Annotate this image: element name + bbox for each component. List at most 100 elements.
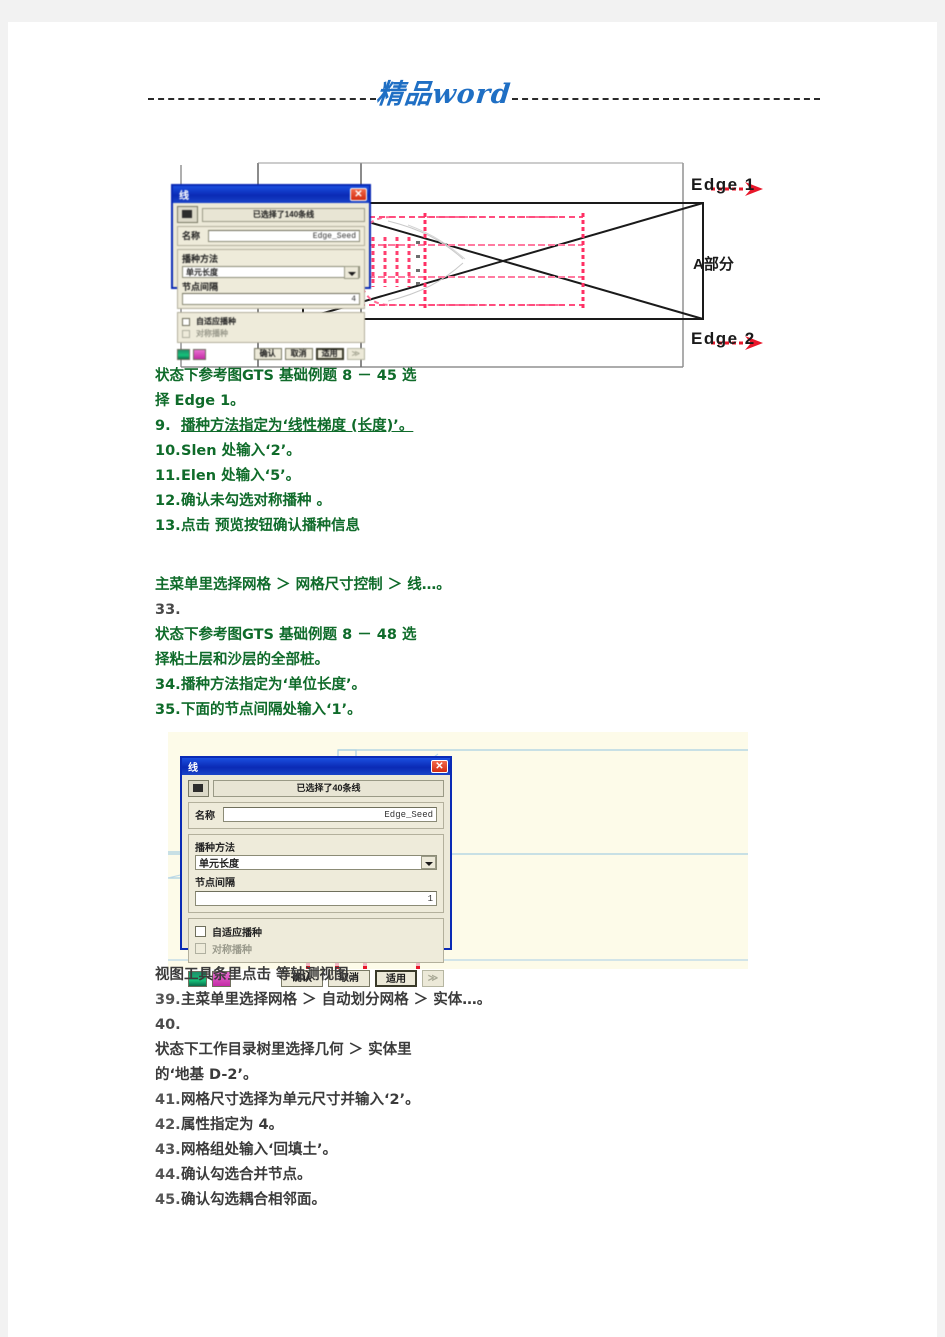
- dialog-method-group: 播种方法 单元长度 节点间隔 1: [188, 834, 444, 913]
- header-watermark: 精品word: [374, 79, 513, 110]
- dialog-method-value: 单元长度: [199, 859, 239, 870]
- tb1-item-11-text: Elen 处输入‘5’。: [181, 468, 301, 484]
- tb3-item-43-text: 网格组处输入‘回填土’。: [181, 1142, 338, 1158]
- tb3-item-40b: 的‘地基 D-2’。: [155, 1063, 855, 1088]
- tb3-item-44-number: 44.: [155, 1167, 181, 1183]
- dialog-line-seed[interactable]: 线 ✕ 已选择了40条线 名称 Edge_Seed 播种方法 单元长度 节点间隔…: [180, 756, 452, 987]
- tb3-item-42: 42.属性指定为 4。: [155, 1113, 855, 1138]
- tb3-item-42-number: 42.: [155, 1117, 181, 1133]
- tb1-item-12: 12.确认未勾选对称播种 。: [155, 489, 855, 514]
- document-page: 精品word Edge 1 Edge 2 A部分 线 ✕ 已选择了140条线 名…: [8, 22, 937, 1337]
- pick-selection-icon[interactable]: [177, 206, 198, 223]
- tb2-item-34-number: 34.: [155, 677, 181, 693]
- dialog-seed-options-group: 自适应播种 对称播种: [188, 918, 444, 963]
- text-block-2: 主菜单里选择网格 ＞ 网格尺寸控制 ＞ 线…。 33. 状态下参考图GTS 基础…: [155, 573, 855, 723]
- tb1-item-10-number: 10.: [155, 443, 181, 459]
- tb3-item-39-text: 主菜单里选择网格 ＞ 自动划分网格 ＞ 实体…。: [181, 992, 492, 1008]
- tb3-item-39: 39.主菜单里选择网格 ＞ 自动划分网格 ＞ 实体…。: [155, 988, 855, 1013]
- close-icon[interactable]: ✕: [350, 188, 367, 201]
- dialog-small-auto-seed-checkbox[interactable]: [182, 317, 190, 326]
- tb2-item-34-text: 播种方法指定为‘单位长度’。: [181, 677, 367, 693]
- dialog-small-name-label: 名称: [182, 231, 201, 241]
- dialog-sym-seed-label: 对称播种: [212, 945, 252, 956]
- chevron-down-icon[interactable]: [421, 856, 436, 869]
- tb2-line-3: 择粘土层和沙层的全部桩。: [155, 652, 329, 668]
- dialog-small-sym-seed-checkbox: [182, 329, 190, 338]
- tb2-item-34: 34.播种方法指定为‘单位长度’。: [155, 673, 855, 698]
- tb3-item-41-number: 41.: [155, 1092, 181, 1108]
- tb1-item-10: 10.Slen 处输入‘2’。: [155, 439, 855, 464]
- dialog-sym-seed-checkbox: [195, 943, 206, 954]
- dialog-small-ok-button[interactable]: 确认: [253, 348, 282, 360]
- tb1-item-13-text: 点击 预览按钮确认播种信息: [181, 518, 361, 534]
- dialog-small-titlebar[interactable]: 线 ✕: [173, 186, 369, 203]
- text-block-1: 状态下参考图GTS 基础例题 8 － 45 选 择 Edge 1。 9. 播种方法…: [155, 364, 855, 539]
- header-dash-left: [148, 98, 376, 100]
- tb1-item-10-text: Slen 处输入‘2’。: [181, 443, 301, 459]
- dialog-small-name-input[interactable]: Edge_Seed: [208, 229, 360, 242]
- eraser-icon[interactable]: [193, 348, 206, 360]
- dialog-auto-seed-checkbox[interactable]: [195, 926, 206, 937]
- dialog-name-group: 名称 Edge_Seed: [188, 802, 444, 829]
- tb2-item-35: 35.下面的节点间隔处输入‘1’。: [155, 698, 855, 723]
- tb3-item-45-text: 确认勾选耦合相邻面。: [181, 1192, 326, 1208]
- document-header: 精品word: [8, 70, 937, 126]
- dialog-small-selection-status: 已选择了140条线: [202, 207, 365, 222]
- dialog-titlebar[interactable]: 线 ✕: [182, 758, 450, 775]
- tb1-line-2: 择 Edge 1。: [155, 393, 245, 409]
- dialog-line-seed-small[interactable]: 线 ✕ 已选择了140条线 名称 Edge_Seed 播种方法 单元长度 节点间…: [171, 184, 371, 360]
- dialog-small-method-label: 播种方法: [182, 254, 219, 264]
- dialog-small-interval-label: 节点间隔: [182, 282, 219, 292]
- tb1-line-1: 状态下参考图GTS 基础例题 8 － 45 选: [155, 368, 417, 384]
- label-edge-1: Edge 1: [691, 175, 756, 194]
- dialog-title: 线: [188, 763, 198, 774]
- tb3-item-40a: 状态下工作目录树里选择几何 ＞ 实体里: [155, 1038, 855, 1063]
- dialog-small-auto-seed-label: 自适应播种: [196, 317, 236, 326]
- tb3-item-40a-text: 状态下工作目录树里选择几何 ＞ 实体里: [155, 1042, 412, 1058]
- dialog-method-select[interactable]: 单元长度: [195, 855, 437, 870]
- label-part-a: A部分: [693, 256, 734, 273]
- tb1-item-9-number: 9.: [155, 418, 171, 434]
- tb3-item-45-number: 45.: [155, 1192, 181, 1208]
- tb1-item-9: 9. 播种方法指定为‘线性梯度 (长度)’。: [155, 414, 855, 439]
- dialog-auto-seed-label: 自适应播种: [212, 928, 262, 939]
- tb3-line-1-text: 视图工具条里点击 等轴测视图。: [155, 967, 364, 983]
- tb3-item-40-number: 40.: [155, 1017, 181, 1033]
- tb3-item-43-number: 43.: [155, 1142, 181, 1158]
- dialog-small-method-value: 单元长度: [186, 267, 218, 277]
- dialog-name-label: 名称: [195, 811, 215, 822]
- tb1-item-9-text: 播种方法指定为‘线性梯度 (长度)’。: [181, 418, 414, 434]
- dialog-small-title: 线: [179, 191, 189, 202]
- tb3-item-41-text: 网格尺寸选择为单元尺寸并输入‘2’。: [181, 1092, 420, 1108]
- dialog-interval-label: 节点间隔: [195, 878, 235, 889]
- tb3-item-44-text: 确认勾选合并节点。: [181, 1167, 312, 1183]
- tb2-line-2: 状态下参考图GTS 基础例题 8 － 48 选: [155, 627, 417, 643]
- dialog-interval-input[interactable]: 1: [195, 891, 437, 906]
- tb1-item-12-number: 12.: [155, 493, 181, 509]
- tb2-menu-path: 主菜单里选择网格 ＞ 网格尺寸控制 ＞ 线…。: [155, 577, 451, 593]
- tb1-item-11: 11.Elen 处输入‘5’。: [155, 464, 855, 489]
- monitor-icon[interactable]: [177, 348, 190, 360]
- tb1-item-13-number: 13.: [155, 518, 181, 534]
- dialog-small-cancel-button[interactable]: 取消: [284, 348, 313, 360]
- tb1-item-11-number: 11.: [155, 468, 181, 484]
- dialog-small-method-select[interactable]: 单元长度: [182, 265, 360, 279]
- text-block-3: 视图工具条里点击 等轴测视图。 39.主菜单里选择网格 ＞ 自动划分网格 ＞ 实…: [155, 963, 855, 1213]
- dialog-small-more-button: ≫: [346, 348, 365, 360]
- tb3-item-45: 45.确认勾选耦合相邻面。: [155, 1188, 855, 1213]
- close-icon[interactable]: ✕: [431, 760, 448, 773]
- dialog-small-apply-button[interactable]: 适用: [315, 348, 344, 360]
- tb3-line-1: 视图工具条里点击 等轴测视图。: [155, 963, 855, 988]
- pick-selection-icon[interactable]: [188, 780, 209, 797]
- tb3-item-40b-text: 的‘地基 D-2’。: [155, 1067, 258, 1083]
- tb2-item-35-text: 下面的节点间隔处输入‘1’。: [181, 702, 362, 718]
- dialog-name-input[interactable]: Edge_Seed: [223, 807, 437, 822]
- tb2-item-33-number: 33.: [155, 602, 181, 618]
- dialog-small-interval-input[interactable]: 4: [182, 293, 360, 305]
- tb2-item-35-number: 35.: [155, 702, 181, 718]
- chevron-down-icon[interactable]: [344, 265, 359, 279]
- tb3-item-43: 43.网格组处输入‘回填土’。: [155, 1138, 855, 1163]
- tb3-item-41: 41.网格尺寸选择为单元尺寸并输入‘2’。: [155, 1088, 855, 1113]
- dialog-selection-status: 已选择了40条线: [213, 780, 444, 797]
- tb3-item-42-text: 属性指定为 4。: [181, 1117, 284, 1133]
